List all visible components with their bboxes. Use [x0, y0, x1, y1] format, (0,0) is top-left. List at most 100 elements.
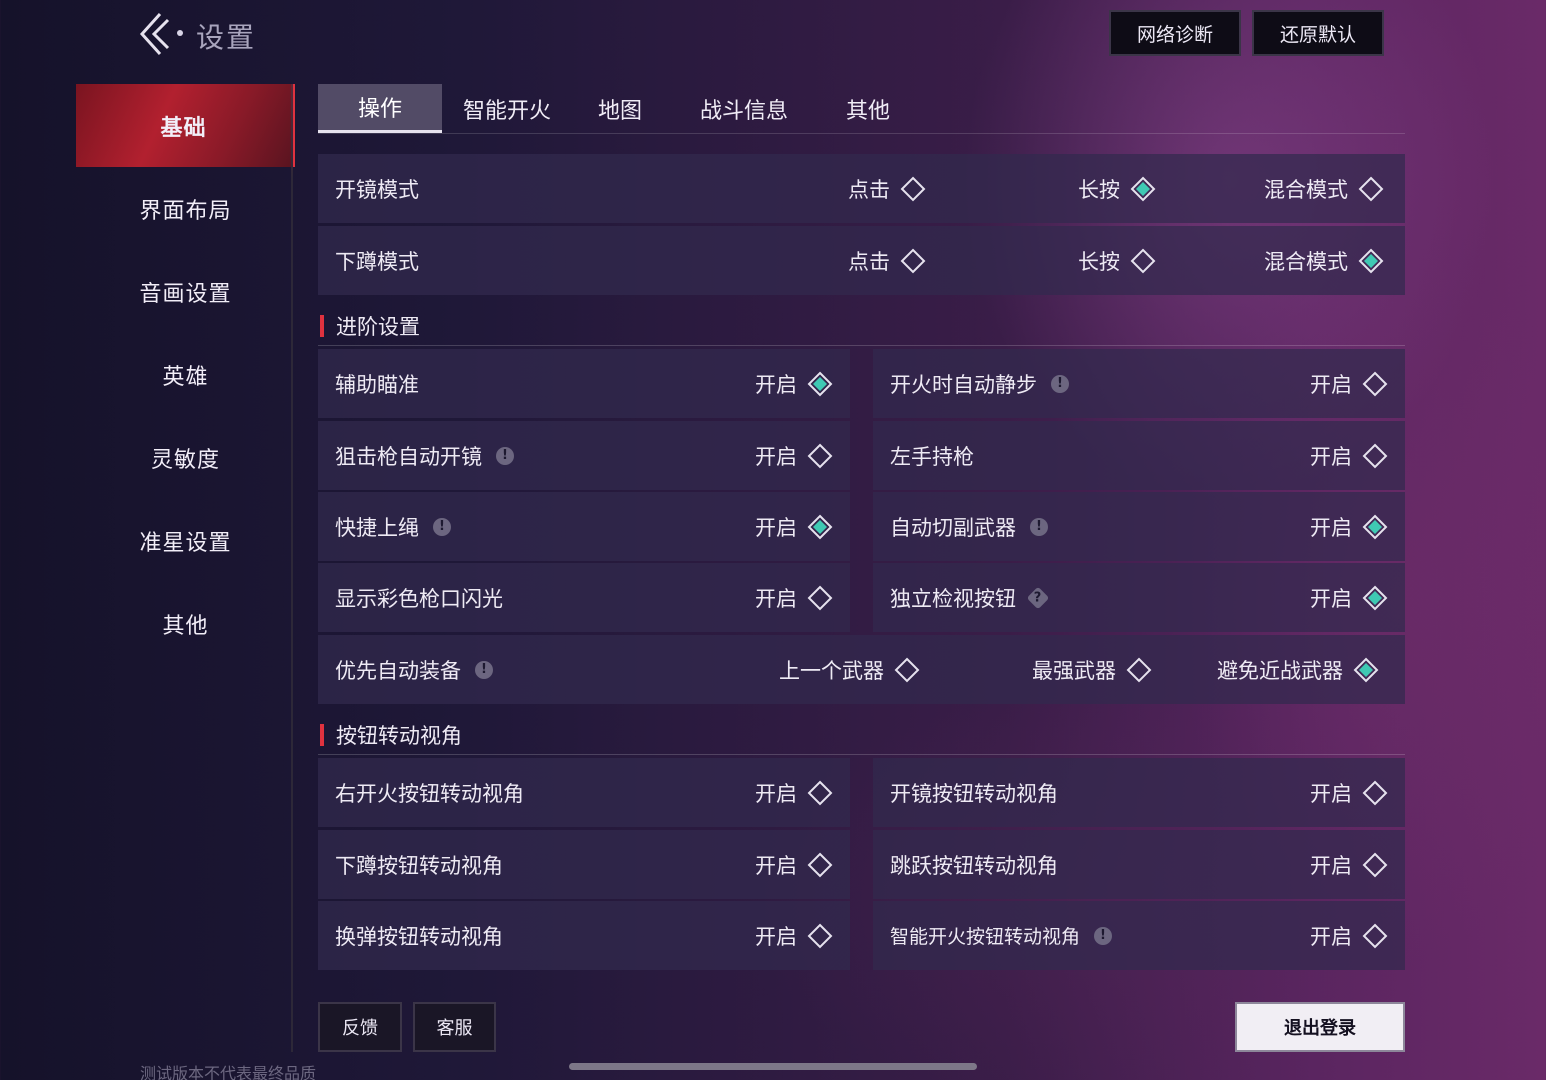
info-icon[interactable]: ! [496, 446, 514, 465]
scope-mode-tap-option[interactable]: 点击 [848, 174, 926, 204]
sidebar-item-other[interactable]: 其他 [76, 582, 295, 665]
aim-assist-toggle[interactable]: 开启 [755, 369, 833, 399]
scope-mode-hold-option[interactable]: 长按 [1078, 174, 1156, 204]
reload-rotate-toggle[interactable]: 开启 [755, 921, 833, 951]
left-hand-toggle[interactable]: 开启 [1310, 441, 1388, 471]
feedback-button[interactable]: 反馈 [318, 1002, 402, 1052]
smart-fire-rotate-toggle[interactable]: 开启 [1310, 921, 1388, 951]
crouch-mode-hold-option[interactable]: 长按 [1078, 246, 1156, 276]
diamond-empty-icon [807, 852, 833, 877]
diamond-checked-icon [1353, 657, 1379, 682]
info-icon[interactable]: ! [1094, 926, 1113, 945]
section-accent-bar [320, 723, 324, 746]
tab-bar: 操作 智能开火 地图 战斗信息 其他 [318, 84, 1405, 134]
auto-equip-row: 优先自动装备! 上一个武器 最强武器 避免近战武器 [318, 635, 1405, 704]
setting-label: 开镜按钮转动视角 [890, 781, 1058, 806]
setting-label: 开火时自动静步 [890, 372, 1037, 397]
info-icon[interactable]: ! [1030, 517, 1048, 536]
sidebar-item-sensitivity[interactable]: 灵敏度 [76, 416, 295, 499]
scope-mode-label: 开镜模式 [335, 177, 419, 202]
info-icon[interactable]: ! [1051, 374, 1069, 393]
title-dot [177, 30, 183, 36]
header: 设置 网络诊断 还原默认 [0, 0, 1546, 72]
advanced-section-header: 进阶设置 [318, 306, 1405, 346]
crouch-mode-tap-option[interactable]: 点击 [848, 246, 926, 276]
sidebar-item-basic[interactable]: 基础 [76, 84, 295, 167]
smart-fire-rotate-row: 智能开火按钮转动视角! 开启 [873, 901, 1405, 970]
setting-label: 快捷上绳 [335, 515, 419, 540]
setting-label: 自动切副武器 [890, 515, 1016, 540]
tab-smart-fire[interactable]: 智能开火 [442, 84, 572, 133]
customer-service-button[interactable]: 客服 [413, 1002, 496, 1052]
fire-auto-walk-toggle[interactable]: 开启 [1310, 369, 1388, 399]
crouch-mode-label: 下蹲模式 [335, 249, 419, 274]
setting-label: 下蹲按钮转动视角 [335, 853, 503, 878]
sidebar: 基础 界面布局 音画设置 英雄 灵敏度 准星设置 其他 [76, 84, 295, 665]
setting-label: 智能开火按钮转动视角 [890, 926, 1081, 948]
quick-rope-toggle[interactable]: 开启 [755, 512, 833, 542]
setting-label: 右开火按钮转动视角 [335, 781, 524, 806]
diamond-checked-icon [807, 371, 833, 396]
diamond-checked-icon [1362, 585, 1388, 610]
diamond-checked-icon [807, 514, 833, 539]
muzzle-flash-toggle[interactable]: 开启 [755, 583, 833, 613]
network-diagnosis-button[interactable]: 网络诊断 [1109, 10, 1241, 56]
auto-equip-strongest-option[interactable]: 最强武器 [1032, 655, 1152, 685]
reload-rotate-row: 换弹按钮转动视角 开启 [318, 901, 850, 970]
sidebar-item-audio-video[interactable]: 音画设置 [76, 250, 295, 333]
scope-mode-mixed-option[interactable]: 混合模式 [1264, 174, 1384, 204]
diamond-empty-icon [1362, 371, 1388, 396]
reset-default-button[interactable]: 还原默认 [1252, 10, 1384, 56]
inspect-button-toggle[interactable]: 开启 [1310, 583, 1388, 613]
diamond-empty-icon [1130, 248, 1156, 273]
muzzle-flash-row: 显示彩色枪口闪光 开启 [318, 563, 850, 632]
test-version-note: 测试版本不代表最终品质 [140, 1064, 317, 1080]
back-chevron-icon[interactable] [134, 10, 174, 60]
scope-rotate-row: 开镜按钮转动视角 开启 [873, 758, 1405, 827]
section-title: 进阶设置 [336, 314, 420, 339]
fire-auto-walk-row: 开火时自动静步! 开启 [873, 349, 1405, 418]
diamond-checked-icon [1130, 176, 1156, 201]
tab-map[interactable]: 地图 [572, 84, 668, 133]
help-icon[interactable]: ? [1026, 586, 1050, 609]
diamond-empty-icon [1362, 780, 1388, 805]
auto-secondary-toggle[interactable]: 开启 [1310, 512, 1388, 542]
tab-other[interactable]: 其他 [820, 84, 916, 133]
diamond-checked-icon [1362, 514, 1388, 539]
setting-label: 独立检视按钮 [890, 586, 1016, 611]
diamond-empty-icon [807, 585, 833, 610]
diamond-empty-icon [894, 657, 920, 682]
jump-rotate-toggle[interactable]: 开启 [1310, 850, 1388, 880]
logout-button[interactable]: 退出登录 [1235, 1002, 1405, 1052]
left-hand-row: 左手持枪 开启 [873, 421, 1405, 490]
setting-label: 跳跃按钮转动视角 [890, 853, 1058, 878]
setting-label: 狙击枪自动开镜 [335, 444, 482, 469]
info-icon[interactable]: ! [475, 660, 493, 679]
sidebar-item-crosshair[interactable]: 准星设置 [76, 499, 295, 582]
setting-label: 优先自动装备 [335, 658, 461, 683]
page-title: 设置 [196, 21, 257, 54]
setting-label: 左手持枪 [890, 444, 974, 469]
sidebar-item-hero[interactable]: 英雄 [76, 333, 295, 416]
quick-rope-row: 快捷上绳! 开启 [318, 492, 850, 561]
sniper-auto-scope-toggle[interactable]: 开启 [755, 441, 833, 471]
auto-equip-last-weapon-option[interactable]: 上一个武器 [779, 655, 920, 685]
diamond-empty-icon [807, 780, 833, 805]
diamond-checked-icon [1358, 248, 1384, 273]
tab-combat-info[interactable]: 战斗信息 [678, 84, 810, 133]
auto-equip-avoid-melee-option[interactable]: 避免近战武器 [1217, 655, 1379, 685]
diamond-empty-icon [1362, 443, 1388, 468]
crouch-mode-mixed-option[interactable]: 混合模式 [1264, 246, 1384, 276]
inspect-button-row: 独立检视按钮? 开启 [873, 563, 1405, 632]
diamond-empty-icon [807, 443, 833, 468]
info-icon[interactable]: ! [433, 517, 451, 536]
tab-operation[interactable]: 操作 [318, 84, 442, 133]
scope-rotate-toggle[interactable]: 开启 [1310, 778, 1388, 808]
sidebar-item-layout[interactable]: 界面布局 [76, 167, 295, 250]
crouch-rotate-toggle[interactable]: 开启 [755, 850, 833, 880]
setting-label: 辅助瞄准 [335, 372, 419, 397]
sniper-auto-scope-row: 狙击枪自动开镜! 开启 [318, 421, 850, 490]
right-fire-rotate-toggle[interactable]: 开启 [755, 778, 833, 808]
diamond-empty-icon [1126, 657, 1152, 682]
home-indicator[interactable] [569, 1063, 977, 1070]
